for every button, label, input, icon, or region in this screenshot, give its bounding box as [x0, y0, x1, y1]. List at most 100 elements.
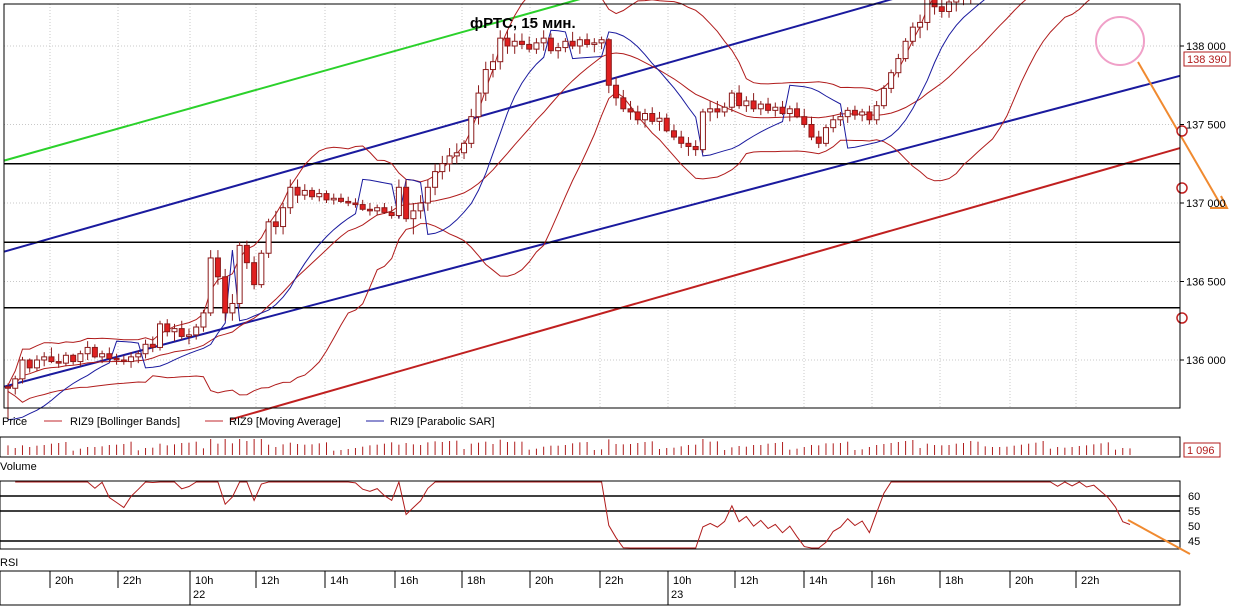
- candle-up: [128, 356, 135, 363]
- candle-up: [576, 39, 583, 47]
- candle-down: [678, 136, 685, 144]
- candle-up: [468, 116, 475, 144]
- legend-sar: RIZ9 [Parabolic SAR]: [390, 416, 495, 428]
- candle-down: [663, 117, 670, 132]
- candle-up: [533, 42, 540, 50]
- candle-up: [822, 127, 829, 144]
- price-tick-label: 136 000: [1186, 355, 1226, 367]
- candle-down: [605, 39, 612, 86]
- candle-down: [91, 346, 98, 358]
- candle-up: [301, 189, 308, 196]
- candle-up: [229, 302, 236, 314]
- candle-down: [337, 197, 344, 202]
- candle-up: [236, 244, 243, 304]
- candle: [207, 250, 214, 317]
- candle-up: [511, 40, 518, 47]
- candle-down: [345, 200, 352, 204]
- candle-up: [135, 353, 142, 358]
- candle: [880, 85, 887, 109]
- time-label: 20h: [1015, 575, 1033, 587]
- time-label: 20h: [535, 575, 553, 587]
- candle-up: [193, 326, 200, 336]
- candle-down: [794, 108, 801, 118]
- candle-down: [779, 106, 786, 115]
- legend-ma: RIZ9 [Moving Average]: [229, 416, 341, 428]
- time-label: 10h: [673, 575, 691, 587]
- candle: [822, 124, 829, 147]
- candle-down: [309, 189, 316, 198]
- candle-down: [808, 124, 815, 138]
- candle-up: [642, 113, 649, 121]
- candle-up: [721, 106, 728, 113]
- candle-up: [417, 202, 424, 212]
- candle-down: [214, 257, 221, 278]
- candle-up: [446, 155, 453, 165]
- candle-up: [555, 47, 562, 52]
- candle-up: [707, 108, 714, 113]
- candle-up: [772, 106, 779, 111]
- time-label: 22h: [605, 575, 623, 587]
- candle-down: [866, 111, 873, 121]
- candle-down: [649, 113, 656, 122]
- candle-down: [931, 0, 938, 8]
- candle-up: [880, 87, 887, 107]
- candle-up: [410, 210, 417, 220]
- candle-down: [5, 386, 11, 389]
- candle-up: [142, 343, 149, 355]
- candle-down: [164, 323, 171, 333]
- candle-up: [33, 359, 40, 369]
- candle-down: [736, 92, 743, 107]
- candle-up: [12, 378, 19, 389]
- time-label: 16h: [877, 575, 895, 587]
- candle-down: [526, 43, 533, 50]
- candle-up: [41, 356, 48, 361]
- price-tick-label: 136 500: [1186, 277, 1226, 289]
- candle: [157, 320, 164, 351]
- price-tick-label: 138 000: [1186, 41, 1226, 53]
- candle-up: [888, 72, 895, 89]
- candle-up: [591, 42, 598, 45]
- candle-up: [656, 117, 663, 122]
- candle: [258, 250, 265, 288]
- time-label: 12h: [261, 575, 279, 587]
- candle-down: [518, 40, 525, 45]
- candle-up: [330, 197, 337, 201]
- candle-up: [873, 105, 880, 121]
- candle-down: [178, 328, 185, 337]
- last-price-badge: 138 390: [1183, 51, 1231, 67]
- candle: [699, 108, 706, 153]
- candle-up: [497, 37, 504, 63]
- candle-up: [917, 21, 924, 28]
- candle-down: [323, 193, 330, 201]
- candle-up: [453, 152, 460, 157]
- candle-down: [714, 108, 721, 113]
- candle-up: [280, 207, 287, 228]
- candle-up: [489, 61, 496, 71]
- candle-up: [946, 1, 953, 12]
- candle-down: [613, 84, 620, 99]
- candle-up: [757, 103, 764, 110]
- price-tick-label: 137 000: [1186, 198, 1226, 210]
- candle: [265, 218, 272, 258]
- candle-down: [70, 354, 77, 363]
- candle-up: [99, 353, 106, 358]
- time-label: 10h: [195, 575, 213, 587]
- time-label: 22h: [1081, 575, 1099, 587]
- candle-down: [627, 108, 634, 113]
- rsi-tick-label: 45: [1188, 536, 1200, 548]
- candle-down: [359, 204, 366, 210]
- time-label: 20h: [55, 575, 73, 587]
- candle-down: [149, 343, 156, 348]
- candle-down: [243, 244, 250, 264]
- candle: [605, 38, 612, 94]
- candle-down: [569, 40, 576, 47]
- candle-down: [106, 353, 113, 359]
- price-tick-label: 137 500: [1186, 120, 1226, 132]
- candle-up: [728, 92, 735, 108]
- candle-down: [113, 357, 120, 361]
- candle-up: [830, 119, 837, 129]
- candle-down: [294, 186, 301, 196]
- candle-down: [272, 221, 279, 228]
- time-label: 12h: [740, 575, 758, 587]
- channel-marker-2: [1176, 312, 1188, 324]
